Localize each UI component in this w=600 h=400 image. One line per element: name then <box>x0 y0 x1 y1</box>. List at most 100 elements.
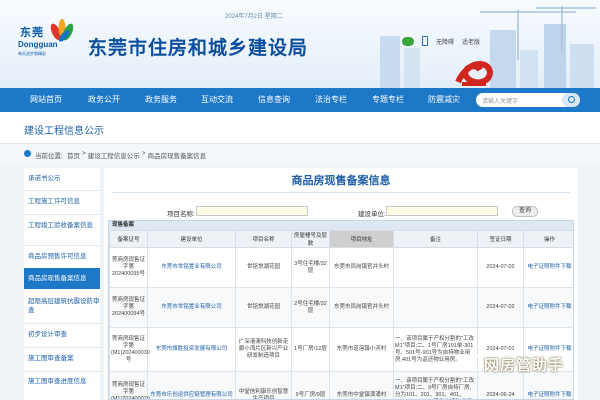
sidebar-item-spot-sale-filing[interactable]: 商品房现售备案信息 <box>24 268 100 289</box>
location-icon <box>24 150 31 157</box>
sidebar-item-drawing-review-progress[interactable]: 施工图审查进度信息 <box>24 377 100 386</box>
nav-home[interactable]: 网站首页 <box>30 88 62 112</box>
table-caption: 现售备案 <box>109 221 573 230</box>
sidebar-item-drawing-review-filing[interactable]: 施工图审查备案 <box>24 354 100 363</box>
sidebar-item-construction-permit[interactable]: 工程施工许可信息 <box>24 197 100 206</box>
table-header-row: 备案证号 建设单位 项目名称 房屋幢号及层数 项目地址 备注 签证日期 操作 <box>109 230 573 248</box>
mobile-icon[interactable] <box>422 36 428 46</box>
nav-gov-services[interactable]: 政务服务 <box>145 88 177 112</box>
page-heading-bar: 建设工程信息公示 <box>0 112 600 144</box>
builder-cell[interactable]: 东莞市世铭置业有限公司 <box>147 247 236 288</box>
cert-no-cell: 莞商房现售证字第(M1)202400029号 <box>109 371 150 399</box>
header-address: 项目地址 <box>329 230 394 248</box>
cert-no-cell: 莞商房现售证字第202400095号 <box>109 247 148 288</box>
watermark: 网房管助手 <box>470 349 580 381</box>
nav-earthquake-prevention[interactable]: 防震减灾 <box>428 88 460 112</box>
logo-slogan: 每天进步和精彩 <box>18 51 46 56</box>
breadcrumb: 当前位置: 首页 > 建设工程信息公示 > 商品房现售备案信息 <box>0 144 600 164</box>
content-title: 商品房现售备案信息 <box>291 175 391 187</box>
nav-gov-affairs-open[interactable]: 政务公开 <box>88 88 120 112</box>
project-cell: 世铭悦湖花园 <box>235 247 292 288</box>
sidebar-item-seismic-review[interactable]: 超限高层建筑抗震设防审查 <box>24 297 100 315</box>
address-cell: 东莞市凤岗镇官井头村 <box>329 247 394 288</box>
sidebar-divider <box>24 323 100 324</box>
sidebar-item-completion-acceptance[interactable]: 工程竣工验收备案信息 <box>24 221 100 230</box>
header-cert-no: 备案证号 <box>109 230 148 248</box>
search-box[interactable]: 请输入关键字 <box>476 93 580 107</box>
table-row: 莞商房现售证字第202400095号 东莞市世铭置业有限公司 世铭悦湖花园 3号… <box>109 247 573 288</box>
header-building: 房屋幢号及层数 <box>291 230 330 248</box>
cert-no-cell: 莞商房现售证字第(M1)202400030号 <box>109 327 150 372</box>
building-cell: 2号住宅楼/32层 <box>291 287 330 328</box>
cert-no-cell: 莞商房现售证字第202400094号 <box>109 287 148 328</box>
address-cell: 东莞市凤岗镇官井头村 <box>329 287 394 328</box>
site-title: 东莞市住房和城乡建设局 <box>88 38 309 59</box>
builder-input[interactable] <box>386 206 498 216</box>
nav-rule-of-law[interactable]: 法治专栏 <box>315 88 347 112</box>
nav-special-topics[interactable]: 专题专栏 <box>372 88 404 112</box>
main-navigation: 网站首页 政务公开 政务服务 互动交流 信息查询 法治专栏 专题专栏 防震减灾 … <box>0 88 600 112</box>
sidebar: 承诺书公示 工程施工许可信息 工程竣工验收备案信息 商品房预售许可信息 商品房现… <box>24 168 100 400</box>
sidebar-item-preliminary-design[interactable]: 初步设计审查 <box>24 330 100 339</box>
watermark-text: 网房管助手 <box>484 357 565 374</box>
remark-cell: 一、该项目属于产权分割的"工改M1"项目;二、9号厂房自持厂房,分为101、20… <box>393 371 478 399</box>
logo-chinese-text: 东莞 <box>20 27 44 39</box>
download-link[interactable]: 电子证照附件下载 <box>523 287 573 328</box>
address-cell: 东莞市中堂镇潢涌村 <box>329 371 394 399</box>
wechat-icon[interactable] <box>402 36 414 46</box>
logo-flower-icon <box>50 19 74 42</box>
breadcrumb-info-public[interactable]: 建设工程信息公示 <box>88 150 140 160</box>
header-tools: 无障碍 适老版 <box>402 36 480 46</box>
dongguan-logo[interactable]: 东莞 Dongguan 每天进步和精彩 <box>14 18 76 66</box>
building-cell: 9号厂房/9层 <box>291 371 330 399</box>
breadcrumb-separator: > <box>141 150 146 157</box>
breadcrumb-current[interactable]: 商品房现售备案信息 <box>148 150 207 160</box>
breadcrumb-separator: > <box>82 150 86 157</box>
site-header: 2024年7月2日 星期二 东莞 Dongguan 每天进步和精彩 东莞市住房和… <box>0 0 600 88</box>
project-cell: 广深港澳科技创新走廊小湾片区新兴产业研发制造项目 <box>235 327 292 372</box>
download-link[interactable]: 电子证照附件下载 <box>523 247 573 288</box>
remark-cell: 一、该项目属于产权分割的"工改M1"项目;二、1号厂房101单-301号、501… <box>393 327 478 372</box>
project-cell: 世铭悦湖花园 <box>235 287 292 328</box>
header-remark: 备注 <box>393 230 478 248</box>
accessibility-link[interactable]: 无障碍 <box>436 37 454 46</box>
current-date: 2024年7月2日 星期二 <box>225 14 283 20</box>
date-cell: 2024-07-02 <box>477 247 524 288</box>
remark-cell <box>393 247 478 288</box>
remark-cell <box>393 287 478 328</box>
page-heading: 建设工程信息公示 <box>24 126 104 137</box>
project-name-input[interactable] <box>196 206 308 216</box>
builder-cell[interactable]: 东莞市乐创运供应链管理有限公司 <box>147 371 236 399</box>
breadcrumb-path: 首页 > 建设工程信息公示 > 商品房现售备案信息 <box>67 150 206 160</box>
building-cell: 3号住宅楼/32层 <box>291 247 330 288</box>
sidebar-item-commitment[interactable]: 承诺书公示 <box>24 174 100 183</box>
sidebar-divider <box>24 214 100 215</box>
sidebar-divider <box>24 347 100 348</box>
table-row: 莞商房现售证字第202400094号 东莞市世铭置业有限公司 世铭悦湖花园 2号… <box>109 287 573 328</box>
date-cell: 2024-07-02 <box>477 287 524 328</box>
elderly-mode-link[interactable]: 适老版 <box>462 37 480 46</box>
sidebar-divider <box>24 371 100 372</box>
project-name-label: 项目名称: <box>167 211 195 218</box>
sidebar-divider <box>24 190 100 191</box>
address-cell: 东莞市道滘镇小河村 <box>329 327 394 372</box>
query-button[interactable]: 查询 <box>512 206 538 217</box>
nav-info-query[interactable]: 信息查询 <box>258 88 290 112</box>
nav-interaction[interactable]: 互动交流 <box>201 88 233 112</box>
search-icon[interactable] <box>562 93 580 107</box>
builder-cell[interactable]: 东莞市世铭置业有限公司 <box>147 287 236 328</box>
header-project: 项目名称 <box>235 230 292 248</box>
builder-cell[interactable]: 东莞市旗胜投资发展有限公司 <box>147 327 236 372</box>
header-action: 操作 <box>523 230 573 248</box>
title-divider <box>112 192 570 193</box>
sidebar-divider <box>24 245 100 246</box>
builder-label: 建设单位: <box>358 211 386 218</box>
search-input[interactable]: 请输入关键字 <box>482 96 518 105</box>
breadcrumb-home[interactable]: 首页 <box>67 150 80 160</box>
header-builder: 建设单位 <box>147 230 236 248</box>
project-cell: 中堂信利康乐创智慧生产项目 <box>235 371 292 399</box>
building-cell: 1号厂房/12层 <box>291 327 330 372</box>
sidebar-item-presale-permit[interactable]: 商品房预售许可信息 <box>24 252 100 261</box>
breadcrumb-label: 当前位置: <box>35 153 63 160</box>
header-date: 签证日期 <box>477 230 524 248</box>
